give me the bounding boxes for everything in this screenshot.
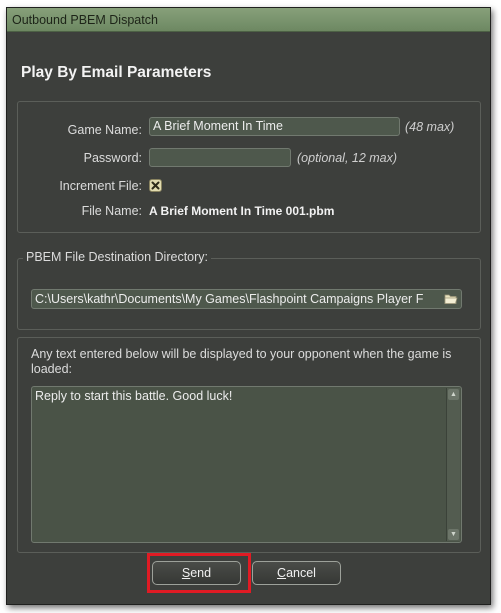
game-name-label: Game Name: [67, 123, 142, 137]
password-label: Password: [83, 151, 142, 165]
folder-icon[interactable] [444, 293, 458, 305]
destination-path-text: C:\Users\kathr\Documents\My Games\Flashp… [35, 292, 424, 306]
message-scrollbar[interactable]: ▲ ▼ [446, 388, 460, 541]
file-name-value: A Brief Moment In Time 001.pbm [149, 204, 335, 218]
opponent-message-textarea[interactable]: Reply to start this battle. Good luck! ▲… [31, 386, 462, 543]
game-name-hint: (48 max) [405, 120, 455, 134]
page-title: Play By Email Parameters [21, 64, 212, 81]
checkmark-icon [151, 181, 160, 190]
password-input[interactable] [149, 148, 291, 167]
cancel-button[interactable]: Cancel [252, 561, 341, 585]
cancel-label-rest: ancel [286, 566, 316, 580]
pbem-dispatch-dialog: Outbound PBEM Dispatch Play By Email Par… [6, 7, 491, 605]
destination-legend: PBEM File Destination Directory: [23, 250, 212, 264]
cancel-mnemonic: C [277, 566, 287, 580]
opponent-message-note: Any text entered below will be displayed… [31, 347, 452, 376]
file-name-label: File Name: [81, 204, 142, 218]
scroll-down-icon[interactable]: ▼ [448, 529, 459, 540]
scroll-up-icon[interactable]: ▲ [448, 389, 459, 400]
password-hint: (optional, 12 max) [297, 151, 398, 165]
opponent-message-text: Reply to start this battle. Good luck! [35, 389, 233, 403]
send-highlight-box [147, 553, 251, 593]
game-name-input[interactable]: A Brief Moment In Time [149, 117, 400, 136]
increment-file-label: Increment File: [59, 179, 142, 193]
destination-path-input[interactable]: C:\Users\kathr\Documents\My Games\Flashp… [31, 289, 462, 309]
window-title: Outbound PBEM Dispatch [7, 8, 490, 32]
increment-file-checkbox[interactable] [149, 179, 162, 192]
